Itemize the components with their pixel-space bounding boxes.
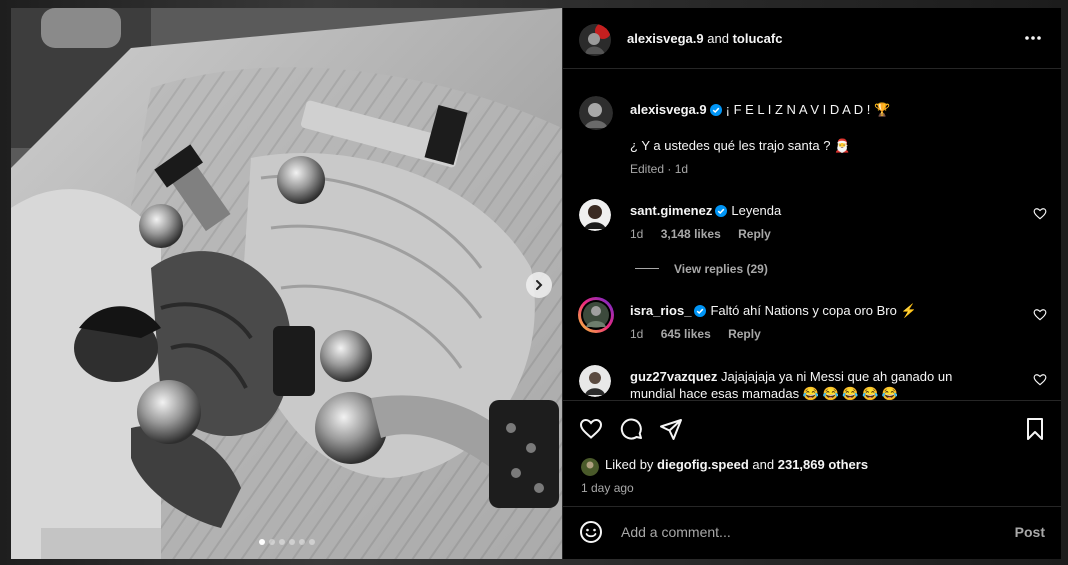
coauthor-username[interactable]: tolucafc — [733, 31, 783, 46]
carousel-dot — [278, 539, 285, 545]
post-actions: Liked by diegofig.speed and 231,869 othe… — [563, 400, 1061, 495]
carousel-dot — [298, 539, 305, 545]
replies-divider — [635, 268, 659, 269]
author-avatar[interactable] — [579, 24, 611, 56]
carousel-dot — [288, 539, 295, 545]
verified-icon — [715, 205, 728, 217]
carousel-next-button[interactable] — [526, 272, 552, 298]
caption-text-1: ¡ F E L I Z N A V I D A D ! 🏆 — [725, 102, 891, 117]
header-and: and — [707, 31, 729, 46]
liked-by-user[interactable]: diegofig.speed — [657, 457, 749, 472]
comment-username[interactable]: sant.gimenez — [630, 203, 712, 218]
post-header: alexisvega.9 and tolucafc — [563, 8, 1061, 69]
heart-icon[interactable] — [1033, 207, 1047, 221]
caption-username[interactable]: alexisvega.9 — [630, 102, 707, 117]
more-icon[interactable] — [1023, 28, 1043, 48]
comment-meta: 1d 645 likes Reply — [630, 327, 775, 341]
avatar-image — [579, 24, 611, 56]
caption-avatar[interactable] — [579, 96, 613, 130]
emoji-icon[interactable] — [579, 520, 603, 544]
carousel-dot — [268, 539, 275, 545]
comment-body: isra_rios_ Faltó ahí Nations y copa oro B… — [630, 302, 917, 320]
liked-by-prefix: Liked by — [605, 457, 654, 472]
avatar-image — [579, 199, 611, 231]
comment-avatar[interactable] — [579, 365, 611, 397]
comment-time: 1d — [630, 227, 644, 241]
comment-avatar[interactable] — [578, 297, 614, 333]
liked-by-others[interactable]: 231,869 others — [778, 457, 868, 472]
comment-username[interactable]: guz27vazquez — [630, 369, 717, 384]
heart-icon[interactable] — [1033, 308, 1047, 322]
liked-by-and: and — [752, 457, 775, 472]
post-modal: alexisvega.9 and tolucafc alexisvega.9 ¡ … — [11, 8, 1061, 559]
carousel-dot — [258, 539, 265, 545]
comment-text: Leyenda — [731, 203, 782, 218]
comment-meta: 1d 3,148 likes Reply — [630, 227, 785, 241]
avatar-image — [579, 96, 613, 130]
avatar-image — [581, 300, 611, 330]
caption-edited: Edited · 1d — [630, 162, 689, 176]
post-details-panel: alexisvega.9 and tolucafc alexisvega.9 ¡ … — [562, 8, 1061, 559]
post-media — [11, 8, 562, 559]
comment-body: sant.gimenez Leyenda — [630, 202, 781, 220]
liked-by-text: Liked by diegofig.speed and 231,869 othe… — [605, 457, 868, 472]
avatar-image — [579, 365, 611, 397]
comment-time: 1d — [630, 327, 644, 341]
comment-likes[interactable]: 3,148 likes — [661, 227, 721, 241]
heart-icon[interactable] — [1033, 373, 1047, 387]
post-time-ago: 1 day ago — [581, 481, 634, 495]
comment-body: guz27vazquez Jajajajaja ya ni Messi que … — [630, 368, 1000, 402]
caption-text-2: ¿ Y a ustedes qué les trajo santa ? 🎅 — [630, 138, 851, 153]
add-comment-bar: Post — [563, 506, 1061, 559]
bookmark-icon[interactable] — [1023, 417, 1047, 441]
post-comment-button[interactable]: Post — [1015, 524, 1045, 540]
verified-icon — [694, 305, 707, 317]
caption-line-1: alexisvega.9 ¡ F E L I Z N A V I D A D ! … — [630, 101, 890, 119]
comment-username[interactable]: isra_rios_ — [630, 303, 691, 318]
comment-icon[interactable] — [619, 417, 643, 441]
reply-button[interactable]: Reply — [738, 227, 771, 241]
share-icon[interactable] — [659, 417, 683, 441]
comment-text: Faltó ahí Nations y copa oro Bro ⚡ — [710, 303, 917, 318]
comment-input[interactable] — [619, 523, 963, 541]
view-replies-button[interactable]: View replies (29) — [674, 262, 768, 276]
heart-icon[interactable] — [579, 417, 603, 441]
verified-icon — [709, 104, 722, 116]
liked-by-avatar[interactable] — [581, 458, 599, 476]
avatar-image — [581, 458, 599, 476]
carousel-dot — [308, 539, 315, 545]
comment-avatar[interactable] — [579, 199, 611, 231]
reply-button[interactable]: Reply — [728, 327, 761, 341]
author-username[interactable]: alexisvega.9 — [627, 31, 704, 46]
next-arrow-icon — [536, 280, 543, 290]
carousel-indicator — [11, 539, 562, 545]
header-authors: alexisvega.9 and tolucafc — [627, 31, 782, 46]
comment-likes[interactable]: 645 likes — [661, 327, 711, 341]
post-photo — [11, 8, 562, 559]
